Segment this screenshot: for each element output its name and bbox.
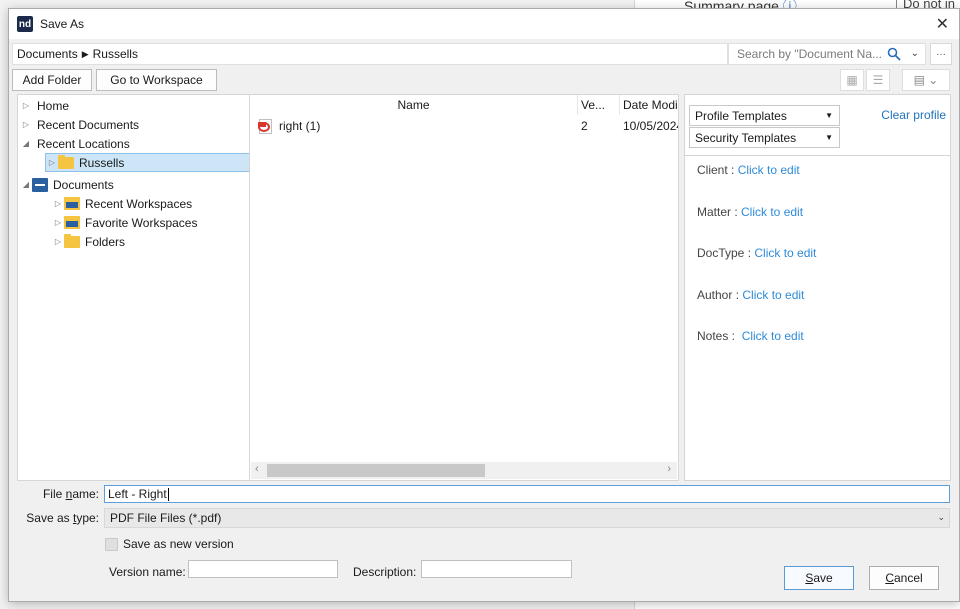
doctype-edit-link[interactable]: Click to edit — [754, 246, 816, 260]
tree-item-recent-documents[interactable]: ▷ Recent Documents — [20, 115, 139, 134]
tree-item-favorite-workspaces[interactable]: ▷ Favorite Workspaces — [52, 213, 198, 232]
go-to-workspace-button[interactable]: Go to Workspace — [96, 69, 217, 91]
grid-view-icon[interactable]: ▦ — [840, 69, 864, 91]
file-version-cell: 2 — [581, 119, 588, 133]
horizontal-scrollbar[interactable]: ‹ › — [251, 462, 677, 479]
search-placeholder: Search by "Document Na... — [737, 47, 882, 61]
matter-field: Matter : Click to edit — [697, 205, 804, 219]
profile-panel: Profile Templates ▼ Security Templates ▼ C… — [684, 94, 951, 481]
collapse-arrow-icon[interactable]: ◢ — [20, 139, 32, 148]
version-name-input[interactable] — [188, 560, 338, 578]
description-input[interactable] — [421, 560, 572, 578]
tree-item-recent-locations[interactable]: ◢ Recent Locations — [20, 134, 130, 153]
file-list: Name Ve... Date Modi right (1) 2 10/05/2… — [249, 94, 679, 481]
expand-arrow-icon[interactable]: ▷ — [46, 158, 58, 167]
expand-arrow-icon[interactable]: ▷ — [52, 199, 64, 208]
notes-edit-link[interactable]: Click to edit — [742, 329, 804, 343]
app-logo-icon: nd — [17, 16, 33, 32]
workspace-folder-icon — [64, 216, 80, 229]
breadcrumb-current[interactable]: Russells — [93, 47, 138, 61]
folder-tree: ▷ Home ▷ Recent Documents ◢ Recent Location… — [17, 94, 251, 481]
workspace-folder-icon — [64, 197, 80, 210]
matter-edit-link[interactable]: Click to edit — [741, 205, 803, 219]
database-icon — [32, 177, 48, 192]
search-input[interactable]: Search by "Document Na... ⌄ — [728, 43, 926, 65]
scroll-left-icon[interactable]: ‹ — [255, 463, 259, 475]
save-button[interactable]: Save — [784, 566, 854, 590]
divider — [685, 155, 950, 156]
author-field: Author : Click to edit — [697, 288, 805, 302]
save-as-type-select[interactable]: PDF File Files (*.pdf) ⌄ — [104, 508, 950, 528]
breadcrumb[interactable]: Documents ▶ Russells — [12, 43, 728, 65]
expand-arrow-icon[interactable]: ▷ — [20, 120, 32, 129]
expand-arrow-icon[interactable]: ▷ — [52, 237, 64, 246]
expand-arrow-icon[interactable]: ▷ — [52, 218, 64, 227]
dropdown-caret-icon: ▼ — [825, 111, 833, 120]
cancel-button[interactable]: Cancel — [869, 566, 939, 590]
clear-profile-link[interactable]: Clear profile — [881, 108, 946, 122]
version-name-label: Version name: — [109, 565, 186, 579]
tree-item-folders[interactable]: ▷ Folders — [52, 232, 125, 251]
client-edit-link[interactable]: Click to edit — [738, 163, 800, 177]
expand-arrow-icon[interactable]: ▷ — [20, 101, 32, 110]
list-view-icon[interactable]: ☰ — [866, 69, 890, 91]
profile-templates-dropdown[interactable]: Profile Templates ▼ — [689, 105, 840, 126]
column-header-version[interactable]: Ve... — [578, 95, 620, 115]
column-header-name[interactable]: Name — [250, 95, 578, 115]
details-view-icon[interactable]: ▤ ⌄ — [902, 69, 950, 91]
close-icon[interactable]: ✕ — [936, 14, 949, 34]
column-header-date-modified[interactable]: Date Modi — [620, 95, 678, 115]
file-date-cell: 10/05/2024 — [623, 119, 678, 133]
client-field: Client : Click to edit — [697, 163, 800, 177]
security-templates-dropdown[interactable]: Security Templates ▼ — [689, 127, 840, 148]
more-options-button[interactable]: ··· — [930, 43, 952, 65]
dropdown-caret-icon: ▼ — [825, 133, 833, 142]
table-row[interactable]: right (1) 2 10/05/2024 — [250, 117, 678, 136]
folder-icon — [64, 233, 80, 248]
scroll-right-icon[interactable]: › — [667, 463, 671, 475]
notes-field: Notes : Click to edit — [697, 329, 804, 343]
collapse-arrow-icon[interactable]: ◢ — [20, 180, 32, 189]
scrollbar-thumb[interactable] — [267, 464, 485, 477]
tree-item-home[interactable]: ▷ Home — [20, 96, 69, 115]
save-as-dialog: nd Save As ✕ Documents ▶ Russells Search… — [8, 8, 960, 602]
file-name-cell: right (1) — [279, 119, 321, 133]
tree-item-recent-workspaces[interactable]: ▷ Recent Workspaces — [52, 194, 192, 213]
save-as-new-version-checkbox[interactable] — [105, 538, 118, 551]
tree-item-documents[interactable]: ◢ Documents — [20, 175, 114, 194]
tree-item-russells[interactable]: ▷ Russells — [45, 153, 251, 172]
title-bar: nd Save As ✕ — [9, 9, 959, 39]
save-as-new-version-label: Save as new version — [123, 537, 234, 551]
pdf-file-icon — [258, 119, 272, 134]
add-folder-button[interactable]: Add Folder — [12, 69, 92, 91]
search-options-chevron-icon[interactable]: ⌄ — [911, 48, 919, 59]
chevron-down-icon: ⌄ — [937, 512, 945, 522]
file-name-input[interactable]: Left - Right — [104, 485, 950, 503]
description-label: Description: — [353, 565, 417, 579]
file-name-label: File name: — [42, 487, 99, 501]
author-edit-link[interactable]: Click to edit — [742, 288, 804, 302]
breadcrumb-separator-icon: ▶ — [81, 48, 89, 59]
doctype-field: DocType : Click to edit — [697, 246, 817, 260]
folder-icon — [58, 154, 74, 169]
text-cursor — [167, 487, 169, 501]
save-as-type-label: Save as type: — [26, 511, 99, 525]
dialog-title: Save As — [40, 17, 85, 31]
search-icon[interactable] — [887, 47, 901, 61]
breadcrumb-root[interactable]: Documents — [17, 47, 78, 61]
